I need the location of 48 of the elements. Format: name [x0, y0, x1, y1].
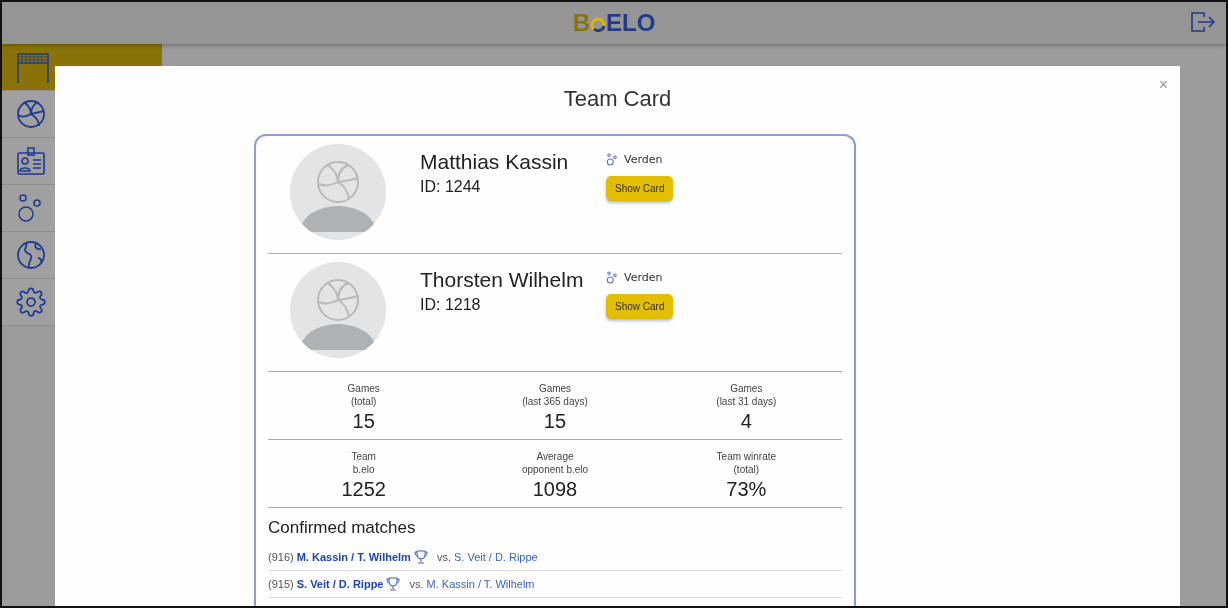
player-name: Thorsten Wilhelm — [420, 268, 585, 292]
stat-value: 1252 — [341, 478, 386, 501]
logout-icon[interactable] — [1190, 11, 1216, 33]
volleyball-icon — [16, 99, 46, 129]
stat-label: Games — [730, 382, 763, 395]
globe-icon — [16, 240, 46, 270]
winner-team-link[interactable]: S. Veit / D. Rippe — [296, 578, 384, 590]
stat-value: 1098 — [532, 478, 578, 501]
winner-team-link[interactable]: M. Kassin / T. Wilhelm — [296, 551, 411, 563]
trophy-icon — [386, 577, 401, 591]
stat-value: 15 — [352, 410, 375, 433]
stat-label: (last 365 days) — [522, 395, 588, 408]
match-number: (916) — [268, 551, 294, 563]
stat-value: 73% — [726, 478, 767, 501]
club-name: Verden — [624, 153, 663, 166]
player-id: ID: 1244 — [420, 178, 482, 196]
logo: B ELO — [572, 9, 656, 37]
bubbles-icon — [606, 271, 618, 284]
stat-value: 15 — [543, 410, 567, 433]
match-number: (915) — [268, 578, 294, 590]
stat-label: Average — [536, 450, 574, 463]
stat-label: Games — [538, 382, 572, 395]
modal-title: Team Card — [562, 86, 673, 112]
stat-label: (total) — [733, 463, 760, 476]
show-card-button[interactable]: Show Card — [606, 176, 674, 201]
settings-icon — [16, 287, 46, 317]
bubbles-icon — [606, 153, 618, 166]
opponent-team-link[interactable]: S. Veit / D. Rippe — [453, 551, 538, 563]
stat-label: opponent b.elo — [521, 463, 589, 476]
stat-label: Games — [347, 382, 380, 395]
stat-label: (last 31 days) — [716, 395, 777, 408]
stat-value: 4 — [740, 410, 752, 433]
player-id: ID: 1218 — [420, 296, 482, 314]
player-name: Matthias Kassin — [420, 150, 570, 174]
show-card-button[interactable]: Show Card — [606, 294, 674, 319]
stat-label: Team winrate — [716, 450, 777, 463]
versus-label: vs. — [409, 578, 424, 590]
opponent-team-link[interactable]: M. Kassin / T. Wilhelm — [426, 578, 535, 590]
bubbles-icon — [16, 193, 44, 223]
id-badge-icon — [16, 146, 46, 176]
net-icon — [16, 51, 50, 83]
versus-label: vs. — [436, 551, 451, 563]
club-name: Verden — [624, 271, 663, 284]
trophy-icon — [413, 550, 428, 564]
section-title: Confirmed matches — [268, 518, 417, 538]
stat-label: Team — [351, 450, 376, 463]
stat-label: (total) — [350, 395, 377, 408]
stat-label: b.elo — [352, 463, 375, 476]
